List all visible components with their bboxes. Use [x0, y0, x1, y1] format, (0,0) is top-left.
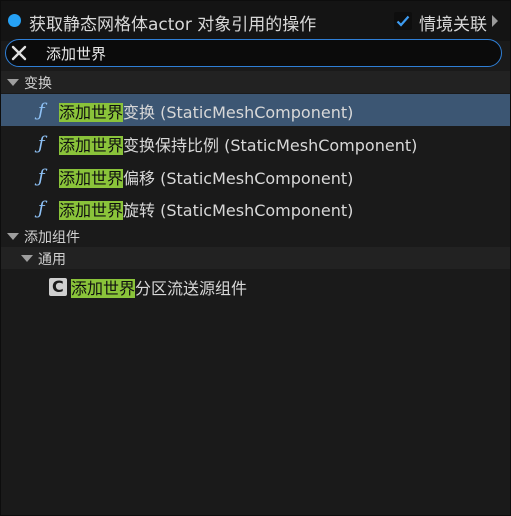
chevron-right-icon[interactable]: [492, 15, 498, 27]
action-label-rest: 偏移 (StaticMeshComponent): [123, 169, 354, 188]
action-label: 添加世界分区流送源组件: [71, 275, 247, 299]
action-item[interactable]: C 添加世界分区流送源组件: [1, 270, 510, 302]
collapse-triangle-icon[interactable]: [21, 255, 33, 262]
collapse-triangle-icon[interactable]: [7, 79, 19, 86]
match-highlight: 添加世界: [59, 201, 124, 220]
match-highlight: 添加世界: [59, 169, 124, 188]
menu-title: 获取静态网格体actor 对象引用的操作: [29, 15, 317, 35]
class-icon: C: [49, 277, 67, 296]
category-transform[interactable]: 变换: [1, 71, 510, 93]
checkmark-icon: [396, 15, 410, 27]
search-input[interactable]: 添加世界: [46, 43, 106, 64]
clear-search-icon[interactable]: [11, 45, 27, 61]
status-dot-icon: [8, 14, 21, 27]
function-icon: ƒ: [38, 133, 45, 154]
action-label-rest: 变换 (StaticMeshComponent): [123, 103, 354, 122]
function-icon: ƒ: [38, 166, 45, 187]
match-highlight: 添加世界: [59, 136, 124, 155]
category-label: 添加组件: [24, 230, 80, 246]
action-item[interactable]: ƒ 添加世界变换 (StaticMeshComponent): [1, 94, 510, 126]
action-label-rest: 旋转 (StaticMeshComponent): [123, 201, 354, 220]
function-icon: ƒ: [38, 198, 45, 219]
menu-header: 获取静态网格体actor 对象引用的操作 情境关联: [1, 1, 510, 41]
action-label: 添加世界旋转 (StaticMeshComponent): [59, 197, 353, 221]
action-label-rest: 变换保持比例 (StaticMeshComponent): [123, 136, 418, 155]
subcategory-common[interactable]: 通用: [1, 247, 510, 269]
action-label: 添加世界变换保持比例 (StaticMeshComponent): [59, 132, 417, 156]
action-item[interactable]: ƒ 添加世界变换保持比例 (StaticMeshComponent): [1, 127, 510, 159]
action-menu-panel: 获取静态网格体actor 对象引用的操作 情境关联 添加世界 变换 ƒ 添加世界…: [0, 0, 511, 516]
subcategory-label: 通用: [38, 252, 66, 268]
match-highlight: 添加世界: [59, 103, 124, 122]
category-add-component[interactable]: 添加组件: [1, 225, 510, 247]
context-sensitive-checkbox[interactable]: [394, 12, 412, 30]
match-highlight: 添加世界: [71, 279, 136, 298]
action-item[interactable]: ƒ 添加世界旋转 (StaticMeshComponent): [1, 192, 510, 224]
category-label: 变换: [24, 76, 52, 92]
search-box[interactable]: 添加世界: [5, 39, 502, 67]
context-sensitive-label[interactable]: 情境关联: [419, 10, 487, 35]
collapse-triangle-icon[interactable]: [7, 233, 19, 240]
function-icon: ƒ: [38, 100, 45, 121]
action-label: 添加世界偏移 (StaticMeshComponent): [59, 165, 353, 189]
action-label-rest: 分区流送源组件: [135, 279, 248, 298]
context-sensitive-toggle[interactable]: 情境关联: [394, 10, 510, 35]
action-item[interactable]: ƒ 添加世界偏移 (StaticMeshComponent): [1, 160, 510, 192]
action-label: 添加世界变换 (StaticMeshComponent): [59, 99, 353, 123]
